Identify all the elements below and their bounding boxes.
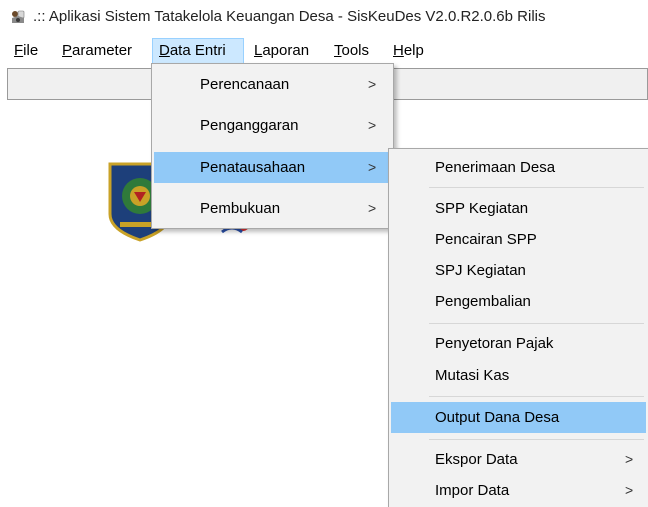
chevron-right-icon: >: [368, 159, 377, 175]
penatausahaan-submenu: Penerimaan Desa SPP Kegiatan Pencairan S…: [388, 148, 648, 507]
chevron-right-icon: >: [625, 482, 634, 498]
menu-item-perencanaan[interactable]: Perencanaan >: [154, 69, 391, 100]
menu-item-output-dana-desa[interactable]: Output Dana Desa: [391, 402, 646, 433]
menu-file[interactable]: File: [8, 38, 44, 64]
menu-item-penganggaran[interactable]: Penganggaran >: [154, 110, 391, 141]
app-logo-icon: [12, 10, 25, 23]
menu-data-entri[interactable]: Data Entri: [152, 38, 244, 64]
menu-laporan[interactable]: Laporan: [248, 38, 315, 64]
menu-separator: [429, 323, 644, 324]
menu-separator: [429, 439, 644, 440]
chevron-right-icon: >: [368, 117, 377, 133]
menu-item-spp-kegiatan[interactable]: SPP Kegiatan: [391, 193, 646, 224]
chevron-right-icon: >: [368, 76, 377, 92]
data-entri-dropdown: Perencanaan > Penganggaran > Penatausaha…: [151, 63, 394, 229]
menu-separator: [429, 187, 644, 188]
menu-item-penatausahaan[interactable]: Penatausahaan >: [154, 152, 391, 183]
menu-item-pengembalian[interactable]: Pengembalian: [391, 286, 646, 317]
menu-item-pembukuan[interactable]: Pembukuan >: [154, 193, 391, 224]
menu-item-pencairan-spp[interactable]: Pencairan SPP: [391, 224, 646, 255]
menu-parameter[interactable]: Parameter: [56, 38, 138, 64]
chevron-right-icon: >: [625, 451, 634, 467]
title-bar: .:: Aplikasi Sistem Tatakelola Keuangan …: [0, 0, 648, 34]
menu-bar: File Parameter Data Entri Laporan Tools …: [0, 38, 648, 64]
menu-item-penyetoran-pajak[interactable]: Penyetoran Pajak: [391, 328, 646, 359]
menu-item-impor-data[interactable]: Impor Data >: [391, 475, 646, 506]
menu-item-spj-kegiatan[interactable]: SPJ Kegiatan: [391, 255, 646, 286]
menu-separator: [429, 396, 644, 397]
menu-help[interactable]: Help: [387, 38, 430, 64]
menu-item-ekspor-data[interactable]: Ekspor Data >: [391, 444, 646, 475]
menu-tools[interactable]: Tools: [328, 38, 375, 64]
window-title: .:: Aplikasi Sistem Tatakelola Keuangan …: [33, 8, 546, 25]
menu-item-mutasi-kas[interactable]: Mutasi Kas: [391, 360, 646, 391]
chevron-right-icon: >: [368, 200, 377, 216]
menu-item-penerimaan-desa[interactable]: Penerimaan Desa: [391, 152, 646, 183]
